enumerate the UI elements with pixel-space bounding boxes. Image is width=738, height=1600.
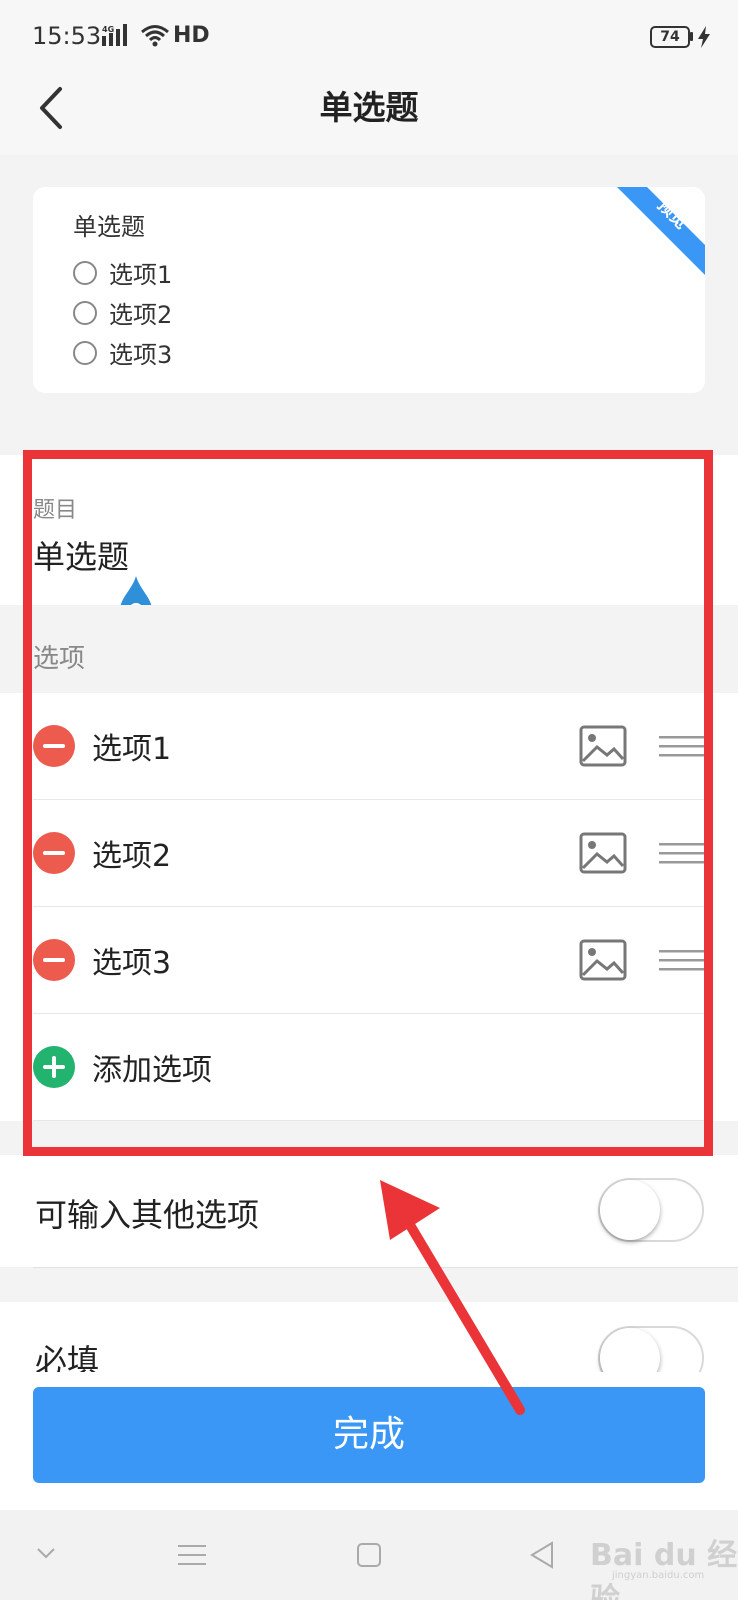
nav-menu-icon[interactable] <box>178 1543 206 1567</box>
preview-option-label: 选项3 <box>109 341 173 369</box>
preview-option-label: 选项1 <box>109 261 173 289</box>
wifi-icon <box>141 25 169 47</box>
watermark-text: Bai du 经验 <box>590 1538 738 1600</box>
nav-home-icon[interactable] <box>356 1542 382 1568</box>
setting-label: 可输入其他选项 <box>35 1196 260 1234</box>
battery-level: 74 <box>660 29 680 45</box>
preview-card: 单选题 选项1 选项2 选项3 预览 <box>33 187 705 393</box>
preview-option-label: 选项2 <box>109 301 173 329</box>
radio-icon <box>73 340 97 365</box>
nav-collapse-icon[interactable] <box>36 1546 56 1562</box>
preview-badge: 预览 <box>616 187 705 276</box>
preview-option: 选项3 <box>73 335 172 370</box>
done-button[interactable]: 完成 <box>33 1387 705 1483</box>
battery-tip <box>690 32 693 41</box>
annotation-highlight-box <box>23 450 713 1156</box>
watermark-url: jingyan.baidu.com <box>612 1570 705 1581</box>
preview-question: 单选题 <box>73 213 145 241</box>
other-option-toggle[interactable] <box>598 1178 704 1242</box>
charging-bolt-icon <box>698 26 710 48</box>
network-type-label: 4G <box>102 25 114 34</box>
status-time: 15:53 <box>32 22 102 50</box>
cellular-signal-icon: 4G <box>102 24 127 46</box>
nav-back-icon[interactable] <box>530 1541 554 1569</box>
page-title: 单选题 <box>319 88 419 127</box>
hd-label: HD <box>173 23 210 48</box>
battery-icon: 74 <box>650 26 690 48</box>
radio-icon <box>73 260 97 285</box>
annotation-arrow-icon <box>380 1180 525 1415</box>
preview-option: 选项1 <box>73 255 172 290</box>
toggle-knob <box>600 1180 660 1240</box>
preview-option: 选项2 <box>73 295 172 330</box>
radio-icon <box>73 300 97 325</box>
